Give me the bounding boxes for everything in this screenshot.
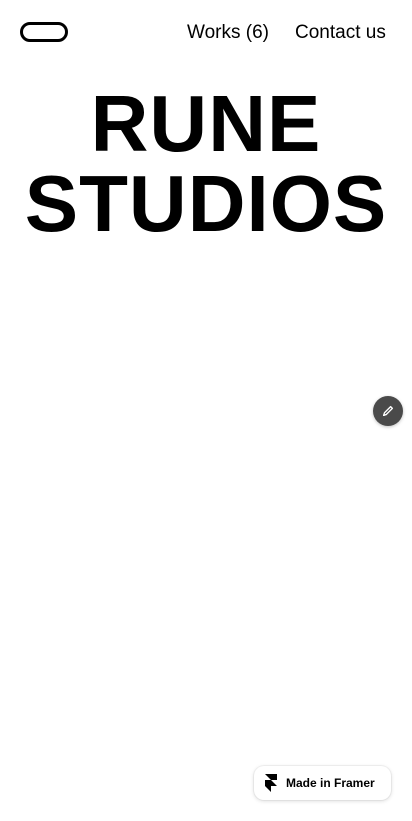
hero-title: RUNE STUDIOS [0, 84, 412, 244]
pencil-icon [382, 405, 394, 417]
made-in-framer-label: Made in Framer [286, 776, 375, 790]
site-logo[interactable] [20, 22, 68, 42]
edit-button[interactable] [373, 396, 403, 426]
framer-icon [265, 774, 277, 792]
hero-title-line-1: RUNE [90, 79, 322, 168]
site-header: Works (6) Contact us [0, 0, 412, 64]
nav-contact-link[interactable]: Contact us [295, 21, 386, 45]
hero-title-line-2: STUDIOS [24, 159, 388, 248]
made-in-framer-badge[interactable]: Made in Framer [254, 766, 391, 800]
nav-works-link[interactable]: Works (6) [187, 21, 269, 45]
